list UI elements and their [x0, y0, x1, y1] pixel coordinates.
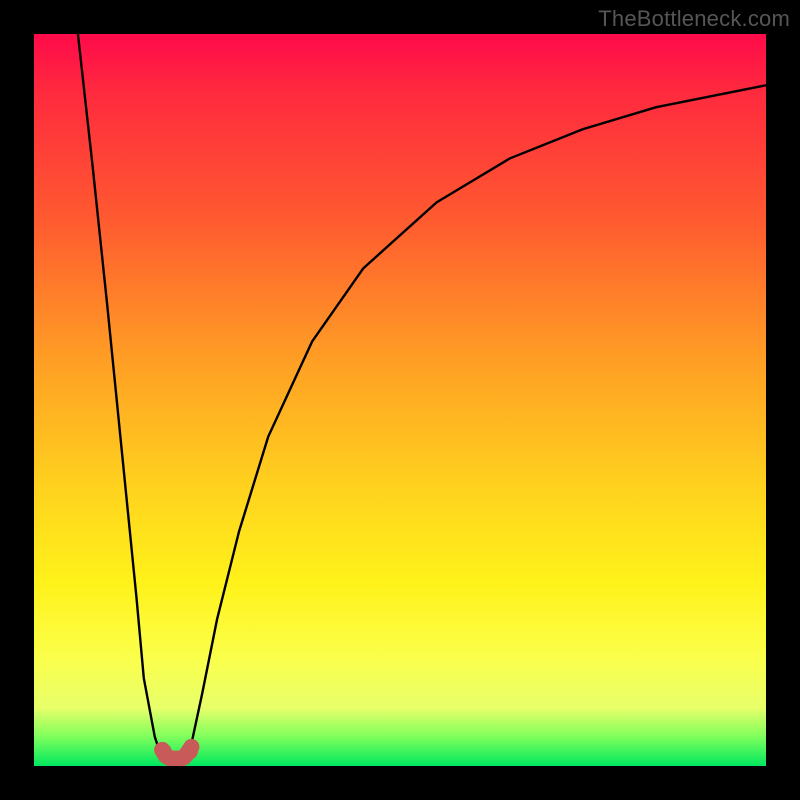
- watermark-text: TheBottleneck.com: [598, 6, 790, 32]
- valley-marker-left: [156, 743, 172, 759]
- valley-marker-right: [182, 743, 198, 759]
- curve-group: [78, 34, 766, 759]
- chart-frame: TheBottleneck.com: [0, 0, 800, 800]
- bottleneck-curve: [78, 34, 766, 759]
- valley-markers: [156, 743, 198, 759]
- valley-u-stroke: [162, 747, 191, 759]
- chart-plot-area: [34, 34, 766, 766]
- valley-highlight: [162, 747, 191, 759]
- chart-svg: [34, 34, 766, 766]
